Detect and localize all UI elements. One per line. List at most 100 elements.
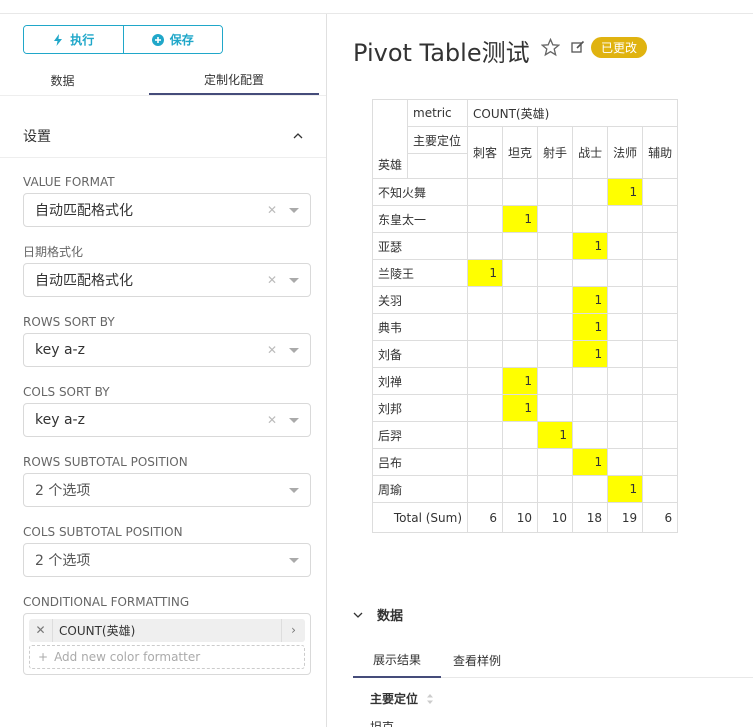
pivot-cell: 1 bbox=[572, 232, 609, 260]
row-header: 刘备 bbox=[371, 340, 469, 368]
chart-title: Pivot Table测试 bbox=[353, 39, 530, 67]
clear-icon[interactable]: ✕ bbox=[267, 413, 277, 427]
field-label: CONDITIONAL FORMATTING bbox=[23, 595, 190, 609]
lightning-icon bbox=[54, 33, 63, 46]
total-cell: 6 bbox=[467, 502, 504, 533]
rows-subtotal-select[interactable]: 2 个选项 bbox=[23, 473, 311, 507]
select-value: key a-z bbox=[35, 342, 85, 358]
chip-label: COUNT(英雄) bbox=[59, 624, 136, 638]
pivot-row: 后羿 1 bbox=[371, 421, 679, 449]
pivot-cell bbox=[642, 178, 679, 206]
pivot-cell bbox=[467, 232, 504, 260]
pivot-row: 刘邦 1 bbox=[371, 394, 679, 422]
tab-results[interactable]: 展示结果 bbox=[353, 643, 442, 678]
plus-circle-icon bbox=[151, 33, 164, 46]
column-header: 射手 bbox=[537, 126, 574, 179]
tab-customize[interactable]: 定制化配置 bbox=[149, 66, 319, 95]
tab-samples[interactable]: 查看样例 bbox=[441, 643, 513, 678]
clear-icon[interactable]: ✕ bbox=[267, 273, 277, 287]
pivot-cell bbox=[537, 367, 574, 395]
pivot-cell bbox=[502, 178, 539, 206]
pivot-row: 不知火舞 1 bbox=[371, 178, 679, 206]
pivot-cell: 1 bbox=[607, 178, 644, 206]
data-section-title: 数据 bbox=[377, 609, 404, 624]
top-bar bbox=[0, 0, 753, 14]
pivot-cell bbox=[642, 205, 679, 233]
dropdown-arrow-icon bbox=[289, 207, 299, 213]
pivot-cell: 1 bbox=[607, 475, 644, 503]
field-label: COLS SORT BY bbox=[23, 385, 110, 399]
star-icon[interactable] bbox=[541, 38, 560, 57]
cols-sort-select[interactable]: key a-z ✕ bbox=[23, 403, 311, 437]
pivot-row: 典韦 1 bbox=[371, 313, 679, 341]
pivot-cell: 1 bbox=[572, 286, 609, 314]
pivot-cell: 1 bbox=[502, 394, 539, 422]
column-dimension-header: 主要定位 bbox=[407, 126, 469, 154]
field-label: ROWS SORT BY bbox=[23, 315, 115, 329]
total-cell: 10 bbox=[502, 502, 539, 533]
pivot-cell bbox=[642, 259, 679, 287]
row-header: 刘邦 bbox=[371, 394, 469, 422]
clear-icon[interactable]: ✕ bbox=[267, 203, 277, 217]
pivot-cell bbox=[467, 286, 504, 314]
modified-badge: 已更改 bbox=[591, 37, 647, 58]
dropdown-arrow-icon bbox=[289, 277, 299, 283]
add-color-formatter-button[interactable]: + Add new color formatter bbox=[29, 645, 305, 669]
select-value: key a-z bbox=[35, 412, 85, 428]
pivot-row: 东皇太一 1 bbox=[371, 205, 679, 233]
row-header: 周瑜 bbox=[371, 475, 469, 503]
value-format-field: VALUE FORMAT 自动匹配格式化 ✕ bbox=[23, 174, 311, 227]
date-format-field: 日期格式化 自动匹配格式化 ✕ bbox=[23, 244, 311, 297]
pivot-cell bbox=[467, 313, 504, 341]
row-header: 吕布 bbox=[371, 448, 469, 476]
results-column-header[interactable]: 主要定位 bbox=[370, 690, 434, 707]
chevron-down-icon bbox=[353, 612, 363, 618]
total-cell: 6 bbox=[642, 502, 679, 533]
color-formatter-chip[interactable]: ✕ COUNT(英雄) › bbox=[29, 619, 305, 642]
pivot-cell bbox=[502, 448, 539, 476]
pivot-cell bbox=[467, 340, 504, 368]
edit-icon[interactable] bbox=[571, 40, 585, 54]
dropdown-arrow-icon bbox=[289, 347, 299, 353]
dropdown-arrow-icon bbox=[289, 487, 299, 493]
chevron-right-icon[interactable]: › bbox=[281, 619, 305, 642]
pivot-cell bbox=[537, 286, 574, 314]
pivot-cell: 1 bbox=[502, 205, 539, 233]
control-panel: 执行 保存 数据 定制化配置 设置 VALUE FORMAT 自动匹配格式化 ✕… bbox=[0, 14, 327, 727]
close-icon[interactable]: ✕ bbox=[29, 619, 53, 642]
row-dimension-header: 英雄 bbox=[371, 99, 409, 179]
dropdown-arrow-icon bbox=[289, 557, 299, 563]
sort-icon[interactable] bbox=[426, 693, 434, 705]
total-cell: 19 bbox=[607, 502, 644, 533]
pivot-cell: 1 bbox=[502, 367, 539, 395]
pivot-cell bbox=[572, 178, 609, 206]
total-label: Total (Sum) bbox=[371, 502, 469, 533]
row-header: 后羿 bbox=[371, 421, 469, 449]
tab-data[interactable]: 数据 bbox=[0, 66, 125, 95]
pivot-cell: 1 bbox=[572, 340, 609, 368]
pivot-cell bbox=[607, 394, 644, 422]
data-section-header[interactable]: 数据 bbox=[353, 605, 403, 624]
action-button-group: 执行 保存 bbox=[23, 25, 223, 54]
pivot-cell bbox=[537, 475, 574, 503]
save-button[interactable]: 保存 bbox=[122, 26, 222, 53]
date-format-select[interactable]: 自动匹配格式化 ✕ bbox=[23, 263, 311, 297]
pivot-cell bbox=[607, 448, 644, 476]
column-header: 辅助 bbox=[642, 126, 679, 179]
cols-subtotal-select[interactable]: 2 个选项 bbox=[23, 543, 311, 577]
run-button[interactable]: 执行 bbox=[24, 26, 123, 53]
results-first-cell: 坦克 bbox=[370, 720, 395, 727]
pivot-cell bbox=[537, 178, 574, 206]
pivot-row: 刘备 1 bbox=[371, 340, 679, 368]
settings-section-header[interactable]: 设置 bbox=[0, 114, 326, 158]
value-format-select[interactable]: 自动匹配格式化 ✕ bbox=[23, 193, 311, 227]
clear-icon[interactable]: ✕ bbox=[267, 343, 277, 357]
data-tabs: 展示结果 查看样例 bbox=[353, 643, 753, 678]
run-label: 执行 bbox=[70, 33, 95, 47]
column-header: 战士 bbox=[572, 126, 609, 179]
plus-icon: + bbox=[38, 650, 49, 664]
cols-sort-field: COLS SORT BY key a-z ✕ bbox=[23, 384, 311, 437]
rows-sort-select[interactable]: key a-z ✕ bbox=[23, 333, 311, 367]
pivot-cell: 1 bbox=[537, 421, 574, 449]
settings-title: 设置 bbox=[23, 128, 51, 145]
